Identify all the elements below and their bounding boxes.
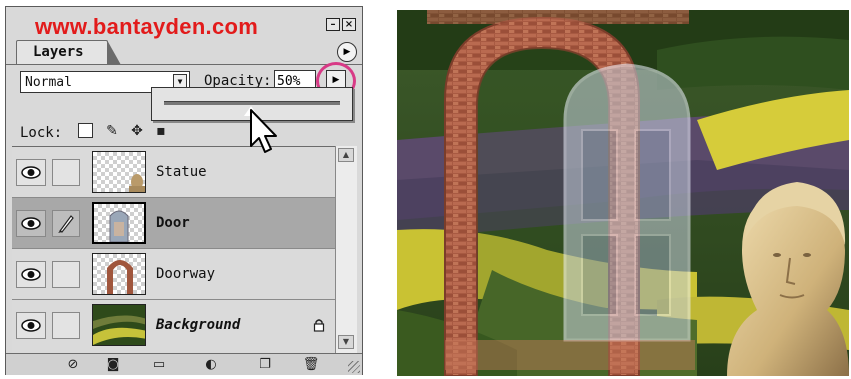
new-layer-icon[interactable]: ❐ xyxy=(256,356,274,373)
watermark-text: www.bantayden.com xyxy=(35,14,259,39)
pointer-cursor-icon xyxy=(250,109,277,153)
link-toggle[interactable] xyxy=(52,261,80,288)
layer-thumbnail xyxy=(92,304,146,346)
layer-thumbnail xyxy=(92,202,146,244)
transparency-lock-icon[interactable] xyxy=(78,123,93,138)
palette-menu-icon[interactable]: ▶ xyxy=(337,42,357,62)
layer-name: Door xyxy=(156,215,190,231)
layers-palette: www.bantayden.com – × Layers ▶ Normal ▼ … xyxy=(5,6,363,375)
eye-icon xyxy=(21,217,41,230)
link-toggle[interactable] xyxy=(52,312,80,339)
link-toggle[interactable] xyxy=(52,210,80,237)
layer-row-door[interactable]: Door xyxy=(12,198,335,249)
layer-row-background[interactable]: Background xyxy=(12,300,335,354)
folder-icon[interactable]: ▭ xyxy=(150,356,168,373)
layer-thumbnail xyxy=(92,151,146,193)
layers-list: Statue Door Doorway Background xyxy=(12,146,335,354)
visibility-toggle[interactable] xyxy=(16,312,46,339)
eye-icon xyxy=(21,166,41,179)
visibility-toggle[interactable] xyxy=(16,159,46,186)
opacity-slider-track[interactable] xyxy=(164,101,340,105)
lock-label: Lock: xyxy=(20,125,63,141)
layer-style-icon[interactable]: ⊘ xyxy=(64,356,82,373)
mask-icon[interactable]: ◙ xyxy=(104,356,122,373)
close-icon[interactable]: × xyxy=(342,18,356,31)
scroll-down-icon[interactable]: ▼ xyxy=(338,335,354,349)
adjustment-layer-icon[interactable]: ◐ xyxy=(202,356,220,373)
palette-footer: ⊘ ◙ ▭ ◐ ❐ 🗑 xyxy=(6,353,362,375)
visibility-toggle[interactable] xyxy=(16,210,46,237)
all-lock-icon[interactable]: ▪ xyxy=(152,122,170,140)
scroll-up-icon[interactable]: ▲ xyxy=(338,148,354,162)
visibility-toggle[interactable] xyxy=(16,261,46,288)
eye-icon xyxy=(21,319,41,332)
layer-row-statue[interactable]: Statue xyxy=(12,147,335,198)
blend-mode-value: Normal xyxy=(25,75,72,90)
minimize-icon[interactable]: – xyxy=(326,18,340,31)
eye-icon xyxy=(21,268,41,281)
resize-grip[interactable] xyxy=(348,361,360,373)
layer-row-doorway[interactable]: Doorway xyxy=(12,249,335,300)
layer-name: Doorway xyxy=(156,266,216,282)
brush-icon xyxy=(58,215,74,233)
layer-name: Background xyxy=(156,317,241,333)
layers-scrollbar[interactable]: ▲ ▼ xyxy=(335,146,357,353)
padlock-icon xyxy=(313,319,325,332)
composite-image xyxy=(397,10,849,376)
move-lock-icon[interactable]: ✥ xyxy=(128,122,146,140)
tab-layers[interactable]: Layers xyxy=(16,40,121,65)
layer-thumbnail xyxy=(92,253,146,295)
trash-icon[interactable]: 🗑 xyxy=(302,356,320,373)
layer-name: Statue xyxy=(156,164,207,180)
brush-lock-icon[interactable]: ✎ xyxy=(103,122,121,140)
tab-bar: Layers xyxy=(6,38,362,65)
link-toggle[interactable] xyxy=(52,159,80,186)
